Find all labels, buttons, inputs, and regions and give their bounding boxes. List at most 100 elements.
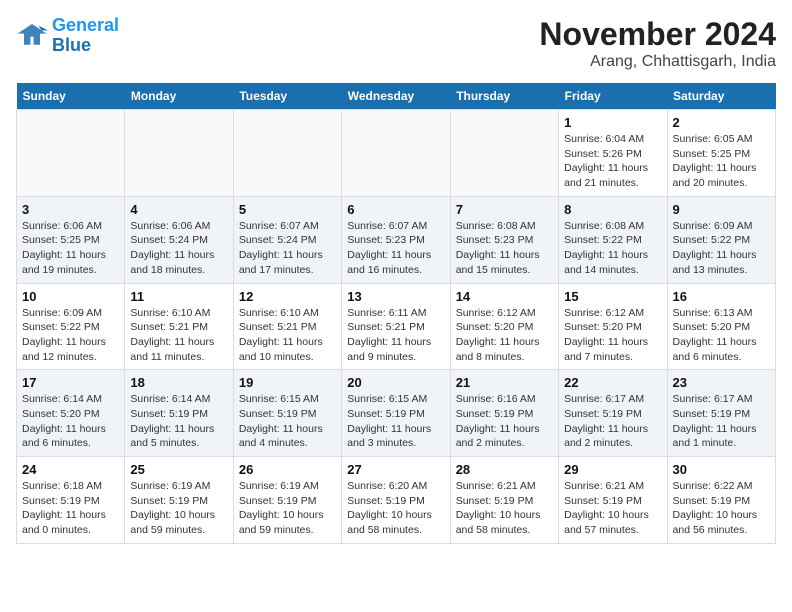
day-info: Sunrise: 6:12 AM Sunset: 5:20 PM Dayligh… bbox=[564, 306, 661, 365]
calendar-cell: 2 Sunrise: 6:05 AM Sunset: 5:25 PM Daylig… bbox=[667, 110, 775, 197]
calendar-week-row: 10 Sunrise: 6:09 AM Sunset: 5:22 PM Dayli… bbox=[17, 283, 776, 370]
calendar-cell: 24 Sunrise: 6:18 AM Sunset: 5:19 PM Dayli… bbox=[17, 457, 125, 544]
calendar-cell: 27 Sunrise: 6:20 AM Sunset: 5:19 PM Dayli… bbox=[342, 457, 450, 544]
calendar-cell: 26 Sunrise: 6:19 AM Sunset: 5:19 PM Dayli… bbox=[233, 457, 341, 544]
calendar-cell: 25 Sunrise: 6:19 AM Sunset: 5:19 PM Dayli… bbox=[125, 457, 233, 544]
calendar-week-row: 24 Sunrise: 6:18 AM Sunset: 5:19 PM Dayli… bbox=[17, 457, 776, 544]
day-info: Sunrise: 6:10 AM Sunset: 5:21 PM Dayligh… bbox=[239, 306, 336, 365]
day-info: Sunrise: 6:09 AM Sunset: 5:22 PM Dayligh… bbox=[22, 306, 119, 365]
calendar-cell: 4 Sunrise: 6:06 AM Sunset: 5:24 PM Daylig… bbox=[125, 196, 233, 283]
calendar-cell: 11 Sunrise: 6:10 AM Sunset: 5:21 PM Dayli… bbox=[125, 283, 233, 370]
calendar-cell: 7Sunrise: 6:08 AM Sunset: 5:23 PM Daylig… bbox=[450, 196, 558, 283]
day-number: 3 bbox=[22, 202, 119, 217]
day-number: 9 bbox=[673, 202, 770, 217]
day-number: 6 bbox=[347, 202, 444, 217]
weekday-header: Thursday bbox=[450, 83, 558, 110]
calendar-cell: 30 Sunrise: 6:22 AM Sunset: 5:19 PM Dayli… bbox=[667, 457, 775, 544]
calendar-cell bbox=[125, 110, 233, 197]
calendar-week-row: 1 Sunrise: 6:04 AM Sunset: 5:26 PM Daylig… bbox=[17, 110, 776, 197]
weekday-header: Saturday bbox=[667, 83, 775, 110]
day-number: 1 bbox=[564, 115, 661, 130]
page-subtitle: Arang, Chhattisgarh, India bbox=[539, 53, 776, 71]
calendar-week-row: 17Sunrise: 6:14 AM Sunset: 5:20 PM Dayli… bbox=[17, 370, 776, 457]
day-info: Sunrise: 6:06 AM Sunset: 5:24 PM Dayligh… bbox=[130, 219, 227, 278]
weekday-header: Tuesday bbox=[233, 83, 341, 110]
calendar-cell: 19 Sunrise: 6:15 AM Sunset: 5:19 PM Dayli… bbox=[233, 370, 341, 457]
title-block: November 2024 Arang, Chhattisgarh, India bbox=[539, 16, 776, 71]
calendar-cell: 9 Sunrise: 6:09 AM Sunset: 5:22 PM Daylig… bbox=[667, 196, 775, 283]
day-info: Sunrise: 6:13 AM Sunset: 5:20 PM Dayligh… bbox=[673, 306, 770, 365]
calendar-week-row: 3 Sunrise: 6:06 AM Sunset: 5:25 PM Daylig… bbox=[17, 196, 776, 283]
day-number: 15 bbox=[564, 289, 661, 304]
day-info: Sunrise: 6:04 AM Sunset: 5:26 PM Dayligh… bbox=[564, 132, 661, 191]
day-info: Sunrise: 6:19 AM Sunset: 5:19 PM Dayligh… bbox=[130, 479, 227, 538]
day-info: Sunrise: 6:10 AM Sunset: 5:21 PM Dayligh… bbox=[130, 306, 227, 365]
day-info: Sunrise: 6:06 AM Sunset: 5:25 PM Dayligh… bbox=[22, 219, 119, 278]
day-info: Sunrise: 6:22 AM Sunset: 5:19 PM Dayligh… bbox=[673, 479, 770, 538]
calendar-cell bbox=[450, 110, 558, 197]
day-number: 26 bbox=[239, 462, 336, 477]
day-info: Sunrise: 6:07 AM Sunset: 5:24 PM Dayligh… bbox=[239, 219, 336, 278]
day-number: 2 bbox=[673, 115, 770, 130]
logo-line2: Blue bbox=[52, 35, 91, 55]
logo: General Blue bbox=[16, 16, 119, 56]
day-number: 19 bbox=[239, 375, 336, 390]
day-number: 21 bbox=[456, 375, 553, 390]
day-number: 16 bbox=[673, 289, 770, 304]
day-info: Sunrise: 6:08 AM Sunset: 5:23 PM Dayligh… bbox=[456, 219, 553, 278]
day-info: Sunrise: 6:15 AM Sunset: 5:19 PM Dayligh… bbox=[239, 392, 336, 451]
day-info: Sunrise: 6:09 AM Sunset: 5:22 PM Dayligh… bbox=[673, 219, 770, 278]
day-number: 23 bbox=[673, 375, 770, 390]
header: General Blue November 2024 Arang, Chhatt… bbox=[16, 16, 776, 71]
day-info: Sunrise: 6:08 AM Sunset: 5:22 PM Dayligh… bbox=[564, 219, 661, 278]
calendar-cell: 28Sunrise: 6:21 AM Sunset: 5:19 PM Dayli… bbox=[450, 457, 558, 544]
day-info: Sunrise: 6:05 AM Sunset: 5:25 PM Dayligh… bbox=[673, 132, 770, 191]
day-number: 12 bbox=[239, 289, 336, 304]
day-number: 4 bbox=[130, 202, 227, 217]
day-info: Sunrise: 6:18 AM Sunset: 5:19 PM Dayligh… bbox=[22, 479, 119, 538]
day-number: 30 bbox=[673, 462, 770, 477]
day-number: 8 bbox=[564, 202, 661, 217]
day-number: 24 bbox=[22, 462, 119, 477]
calendar-cell: 12 Sunrise: 6:10 AM Sunset: 5:21 PM Dayli… bbox=[233, 283, 341, 370]
calendar-cell: 6Sunrise: 6:07 AM Sunset: 5:23 PM Daylig… bbox=[342, 196, 450, 283]
day-number: 11 bbox=[130, 289, 227, 304]
calendar-cell: 13 Sunrise: 6:11 AM Sunset: 5:21 PM Dayli… bbox=[342, 283, 450, 370]
day-number: 13 bbox=[347, 289, 444, 304]
calendar-cell: 18 Sunrise: 6:14 AM Sunset: 5:19 PM Dayli… bbox=[125, 370, 233, 457]
day-number: 27 bbox=[347, 462, 444, 477]
weekday-header: Monday bbox=[125, 83, 233, 110]
day-number: 28 bbox=[456, 462, 553, 477]
day-number: 18 bbox=[130, 375, 227, 390]
day-info: Sunrise: 6:15 AM Sunset: 5:19 PM Dayligh… bbox=[347, 392, 444, 451]
day-number: 29 bbox=[564, 462, 661, 477]
page-title: November 2024 bbox=[539, 16, 776, 53]
logo-text: General Blue bbox=[52, 16, 119, 56]
calendar-cell: 29 Sunrise: 6:21 AM Sunset: 5:19 PM Dayli… bbox=[559, 457, 667, 544]
day-info: Sunrise: 6:21 AM Sunset: 5:19 PM Dayligh… bbox=[564, 479, 661, 538]
calendar-cell: 3 Sunrise: 6:06 AM Sunset: 5:25 PM Daylig… bbox=[17, 196, 125, 283]
calendar-cell: 23Sunrise: 6:17 AM Sunset: 5:19 PM Dayli… bbox=[667, 370, 775, 457]
day-info: Sunrise: 6:14 AM Sunset: 5:19 PM Dayligh… bbox=[130, 392, 227, 451]
day-info: Sunrise: 6:11 AM Sunset: 5:21 PM Dayligh… bbox=[347, 306, 444, 365]
calendar-cell: 14Sunrise: 6:12 AM Sunset: 5:20 PM Dayli… bbox=[450, 283, 558, 370]
day-number: 14 bbox=[456, 289, 553, 304]
logo-icon bbox=[16, 22, 48, 50]
day-number: 25 bbox=[130, 462, 227, 477]
day-info: Sunrise: 6:19 AM Sunset: 5:19 PM Dayligh… bbox=[239, 479, 336, 538]
calendar-cell: 17Sunrise: 6:14 AM Sunset: 5:20 PM Dayli… bbox=[17, 370, 125, 457]
logo-line1: General bbox=[52, 15, 119, 35]
weekday-header: Friday bbox=[559, 83, 667, 110]
calendar-cell bbox=[342, 110, 450, 197]
day-info: Sunrise: 6:20 AM Sunset: 5:19 PM Dayligh… bbox=[347, 479, 444, 538]
calendar-cell: 1 Sunrise: 6:04 AM Sunset: 5:26 PM Daylig… bbox=[559, 110, 667, 197]
calendar-cell bbox=[233, 110, 341, 197]
calendar-cell: 22Sunrise: 6:17 AM Sunset: 5:19 PM Dayli… bbox=[559, 370, 667, 457]
calendar-cell: 16 Sunrise: 6:13 AM Sunset: 5:20 PM Dayli… bbox=[667, 283, 775, 370]
day-number: 5 bbox=[239, 202, 336, 217]
calendar-cell: 21Sunrise: 6:16 AM Sunset: 5:19 PM Dayli… bbox=[450, 370, 558, 457]
day-info: Sunrise: 6:17 AM Sunset: 5:19 PM Dayligh… bbox=[564, 392, 661, 451]
calendar-cell: 5 Sunrise: 6:07 AM Sunset: 5:24 PM Daylig… bbox=[233, 196, 341, 283]
day-number: 10 bbox=[22, 289, 119, 304]
day-number: 17 bbox=[22, 375, 119, 390]
